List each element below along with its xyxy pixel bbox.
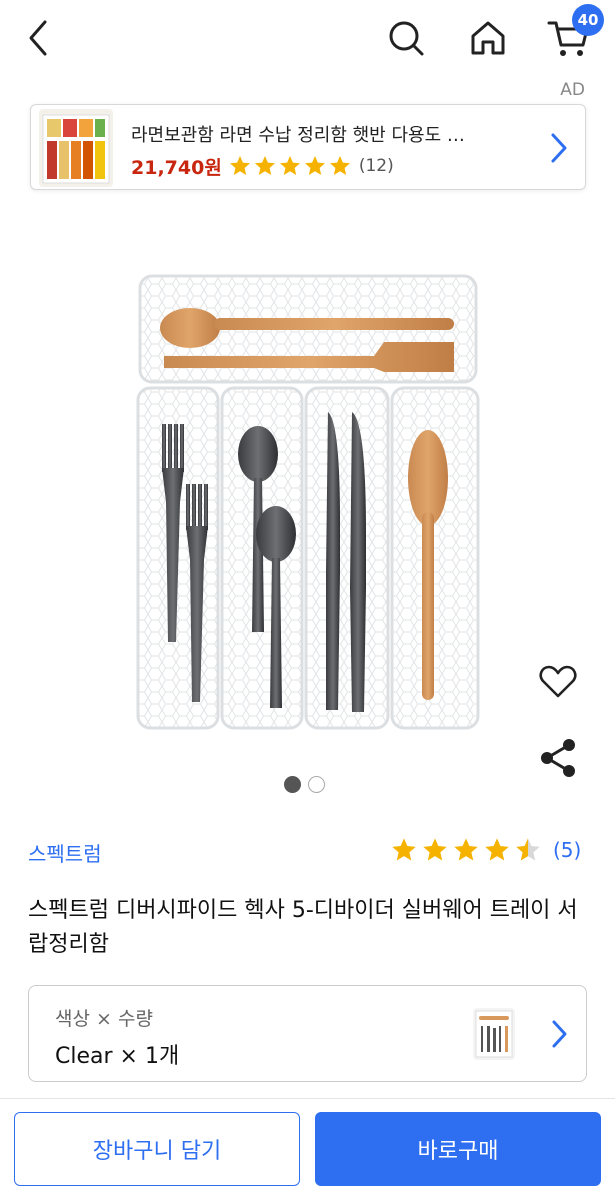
chevron-right-icon xyxy=(551,133,567,163)
search-button[interactable] xyxy=(382,14,430,62)
ad-banner[interactable]: 라면보관함 라면 수납 정리함 햇반 다용도 … 21,740원 (12) xyxy=(30,104,586,190)
star-icon xyxy=(229,156,250,175)
product-rating[interactable]: (5) xyxy=(390,836,581,864)
ad-price: 21,740원 xyxy=(131,156,222,179)
ad-title: 라면보관함 라면 수납 정리함 햇반 다용도 … xyxy=(131,125,465,146)
search-icon xyxy=(389,21,424,56)
option-label: 색상 × 수량 xyxy=(55,1008,153,1030)
star-icon xyxy=(254,156,275,175)
buy-now-button[interactable]: 바로구매 xyxy=(315,1112,601,1186)
product-title: 스펙트럼 디버시파이드 헥사 5-디바이더 실버웨어 트레이 서랍정리함 xyxy=(28,898,578,957)
star-icon xyxy=(454,838,478,861)
divider xyxy=(0,1098,615,1099)
top-nav-bar: 40 xyxy=(0,0,615,80)
star-icon xyxy=(279,156,300,175)
star-icon xyxy=(329,156,350,175)
ad-review-count: (12) xyxy=(358,156,394,176)
pagination-dot-active[interactable] xyxy=(284,776,301,793)
ad-rating-stars xyxy=(228,154,353,178)
option-value: Clear × 1개 xyxy=(55,1044,180,1069)
option-selector[interactable]: 색상 × 수량 Clear × 1개 xyxy=(28,985,587,1082)
pagination-dot[interactable] xyxy=(308,776,325,793)
option-thumbnail xyxy=(473,1008,515,1060)
chevron-right-icon xyxy=(552,1020,567,1048)
add-to-cart-button[interactable]: 장바구니 담기 xyxy=(14,1112,300,1186)
ad-price-row: 21,740원 (12) xyxy=(131,153,394,179)
image-pagination xyxy=(284,776,332,793)
ad-label: AD xyxy=(560,80,585,100)
brand-link[interactable]: 스펙트럼 xyxy=(28,838,102,867)
star-half-icon xyxy=(516,838,540,861)
product-image[interactable] xyxy=(134,272,482,732)
share-button[interactable] xyxy=(536,736,580,780)
star-icon xyxy=(304,156,325,175)
review-count: (5) xyxy=(553,838,582,862)
share-icon xyxy=(541,739,575,777)
chevron-left-icon xyxy=(29,20,47,56)
cart-count-badge: 40 xyxy=(572,4,604,36)
home-icon xyxy=(471,21,505,55)
star-icon xyxy=(485,838,509,861)
star-icon xyxy=(392,838,416,861)
heart-icon xyxy=(539,665,577,698)
ad-product-thumbnail xyxy=(39,109,113,187)
back-button[interactable] xyxy=(14,14,62,62)
favorite-button[interactable] xyxy=(536,660,580,704)
home-button[interactable] xyxy=(464,14,512,62)
star-icon xyxy=(423,838,447,861)
